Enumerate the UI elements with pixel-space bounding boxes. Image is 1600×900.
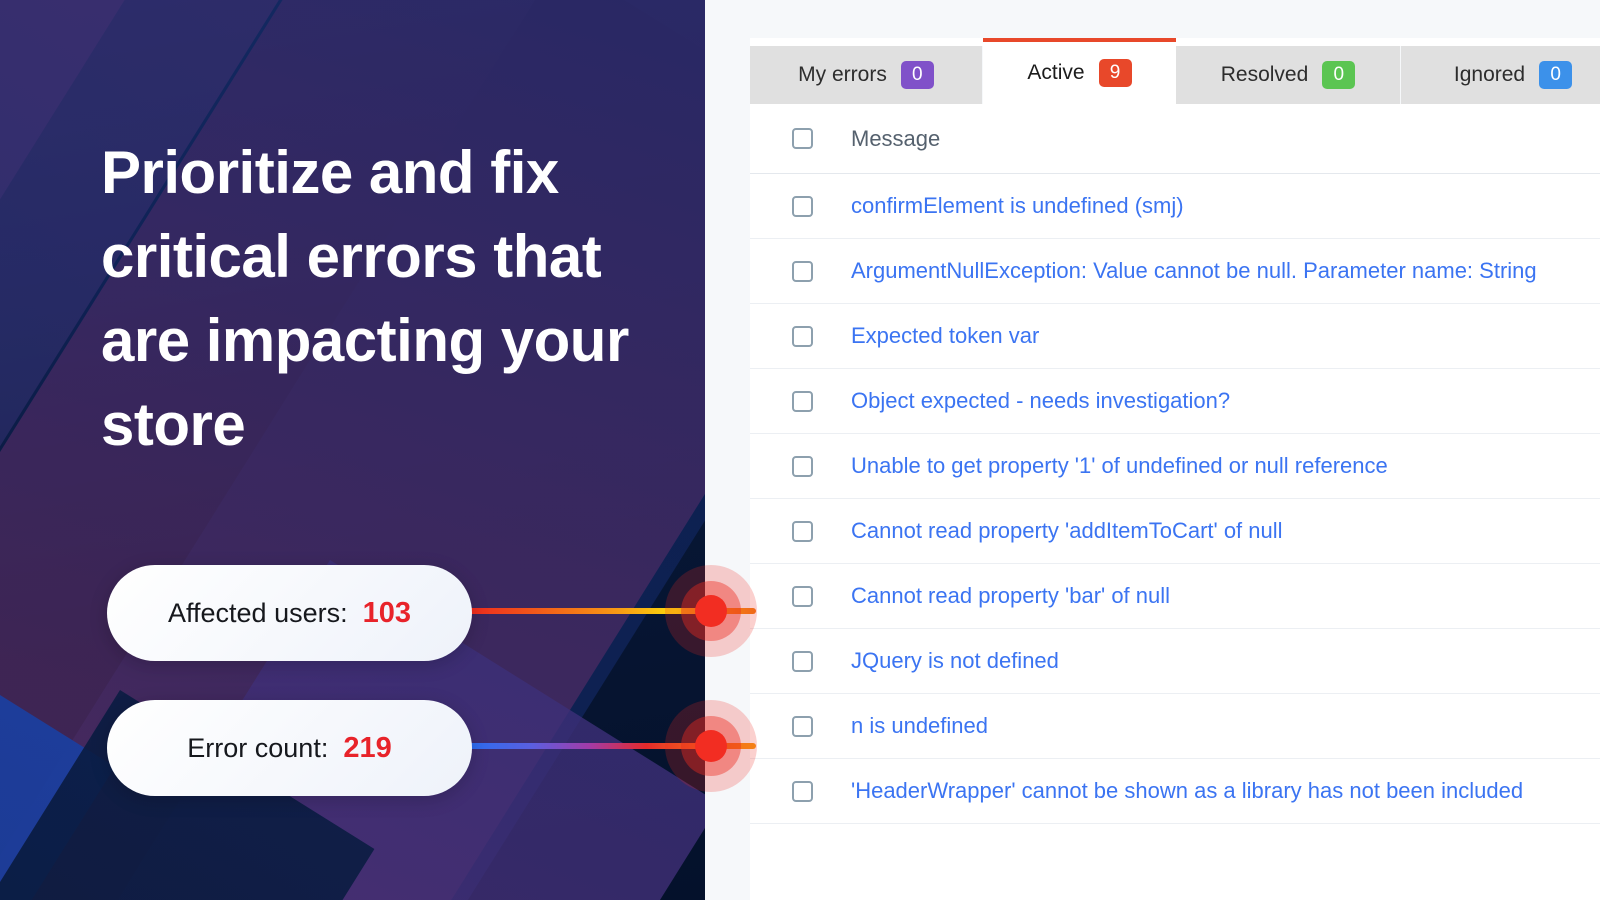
tab-count-badge: 9 [1098,59,1132,87]
column-header-message: Message [851,125,941,151]
tab-resolved[interactable]: Resolved 0 [1176,46,1401,104]
table-row[interactable]: Cannot read property 'bar' of null [750,564,1600,629]
table-header-row: Message [750,104,1600,174]
select-all-checkbox[interactable] [792,128,813,149]
stat-pill-error-count: Error count: 219 [107,700,472,796]
table-row[interactable]: Object expected - needs investigation? [750,369,1600,434]
row-checkbox[interactable] [792,260,813,282]
stat-label: Affected users: [168,597,348,628]
tab-ignored[interactable]: Ignored 0 [1401,46,1600,104]
tab-bar: My errors 0 Active 9 Resolved 0 Ignored … [750,38,1600,104]
glow-marker-error-count [665,700,757,792]
row-checkbox[interactable] [792,325,813,347]
tab-label: My errors [798,63,887,86]
tab-label: Active [1027,61,1085,84]
row-checkbox[interactable] [792,715,813,737]
error-message-link[interactable]: Cannot read property 'bar' of null [851,583,1170,609]
table-row[interactable]: confirmElement is undefined (smj) [750,174,1600,239]
table-row[interactable]: Cannot read property 'addItemToCart' of … [750,499,1600,564]
error-message-link[interactable]: confirmElement is undefined (smj) [851,193,1184,219]
error-message-link[interactable]: 'HeaderWrapper' cannot be shown as a lib… [851,778,1523,804]
row-checkbox[interactable] [792,195,813,217]
tab-active[interactable]: Active 9 [983,38,1176,104]
errors-table: Message confirmElement is undefined (smj… [750,104,1600,824]
hero-headline: Prioritize and fix critical errors that … [101,139,629,458]
table-row[interactable]: Unable to get property '1' of undefined … [750,434,1600,499]
tab-label: Resolved [1220,63,1309,86]
error-message-link[interactable]: Cannot read property 'addItemToCart' of … [851,518,1283,544]
tab-my-errors[interactable]: My errors 0 [750,46,983,104]
glow-dot-core [695,730,727,762]
error-message-link[interactable]: Unable to get property '1' of undefined … [851,453,1388,479]
error-message-link[interactable]: ArgumentNullException: Value cannot be n… [851,258,1537,284]
stat-value: 219 [343,731,392,764]
stat-value: 103 [362,596,411,629]
background-band-d [0,470,115,900]
screen: Prioritize and fix critical errors that … [0,0,1600,900]
glow-dot-core [695,595,727,627]
row-checkbox[interactable] [792,780,813,802]
stat-label: Error count: [187,732,329,763]
table-row[interactable]: n is undefined [750,694,1600,759]
tab-count-badge: 0 [900,61,934,89]
row-checkbox[interactable] [792,585,813,607]
table-row[interactable]: Expected token var [750,304,1600,369]
table-body: confirmElement is undefined (smj) Argumen… [750,174,1600,824]
row-checkbox[interactable] [792,455,813,477]
error-message-link[interactable]: Expected token var [851,323,1039,349]
table-row[interactable]: JQuery is not defined [750,629,1600,694]
row-checkbox[interactable] [792,650,813,672]
table-row[interactable]: 'HeaderWrapper' cannot be shown as a lib… [750,759,1600,824]
error-message-link[interactable]: Object expected - needs investigation? [851,388,1230,414]
errors-card: My errors 0 Active 9 Resolved 0 Ignored … [750,38,1600,900]
error-message-link[interactable]: JQuery is not defined [851,648,1059,674]
tab-label: Ignored [1453,63,1526,86]
tab-count-badge: 0 [1539,61,1573,89]
glow-marker-affected-users [665,565,757,657]
error-message-link[interactable]: n is undefined [851,713,988,739]
row-checkbox[interactable] [792,390,813,412]
stat-pill-affected-users: Affected users: 103 [107,565,472,661]
errors-panel: My errors 0 Active 9 Resolved 0 Ignored … [705,0,1600,900]
tab-count-badge: 0 [1322,61,1356,89]
row-checkbox[interactable] [792,520,813,542]
table-row[interactable]: ArgumentNullException: Value cannot be n… [750,239,1600,304]
